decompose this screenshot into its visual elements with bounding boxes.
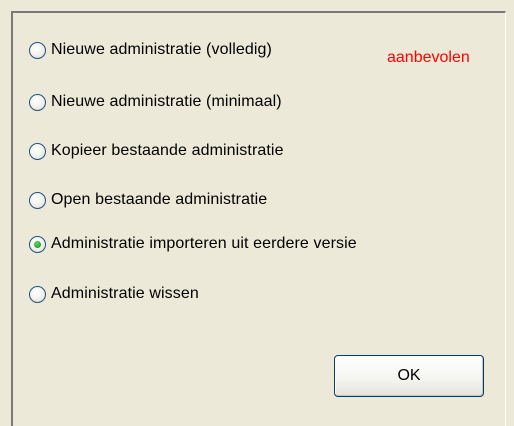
option-import-previous[interactable]: Administratie importeren uit eerdere ver…: [29, 232, 357, 256]
radio-button-delete[interactable]: [29, 285, 46, 303]
radio-button-new-full[interactable]: [29, 41, 46, 59]
option-label: Nieuwe administratie (volledig): [51, 41, 272, 58]
option-new-minimal[interactable]: Nieuwe administratie (minimaal): [29, 90, 282, 114]
radio-button-import-previous[interactable]: [29, 235, 46, 253]
option-new-full[interactable]: Nieuwe administratie (volledig): [29, 38, 272, 62]
option-delete[interactable]: Administratie wissen: [29, 282, 199, 306]
option-label: Administratie importeren uit eerdere ver…: [51, 235, 357, 252]
option-label: Administratie wissen: [51, 285, 199, 302]
recommended-label: aanbevolen: [387, 49, 470, 66]
option-open-existing[interactable]: Open bestaande administratie: [29, 188, 267, 212]
ok-button[interactable]: OK: [334, 355, 484, 397]
option-label: Open bestaande administratie: [51, 191, 268, 208]
option-label: Kopieer bestaande administratie: [51, 142, 284, 159]
radio-button-open-existing[interactable]: [29, 191, 46, 209]
options-panel: Nieuwe administratie (volledig) aanbevol…: [11, 11, 506, 426]
radio-button-new-minimal[interactable]: [29, 93, 46, 111]
radio-button-copy-existing[interactable]: [29, 142, 46, 160]
option-label: Nieuwe administratie (minimaal): [51, 93, 282, 110]
option-copy-existing[interactable]: Kopieer bestaande administratie: [29, 139, 284, 163]
dialog-window: Nieuwe administratie (volledig) aanbevol…: [0, 0, 514, 426]
